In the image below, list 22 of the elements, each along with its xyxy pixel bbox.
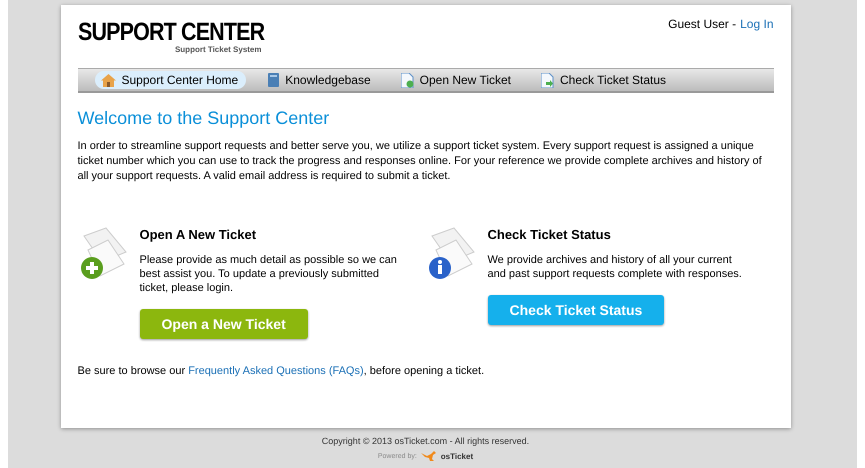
brand-name: osTicket xyxy=(440,452,474,460)
logo-subtitle: Support Ticket System xyxy=(174,45,262,54)
nav-link[interactable]: Support Center Home xyxy=(94,71,246,89)
document-add-icon xyxy=(400,72,414,88)
user-label: Guest User - xyxy=(668,17,736,31)
faq-note: Be sure to browse our Frequently Asked Questions (FAQs), before opening a ticket. xyxy=(78,365,486,377)
house-icon xyxy=(100,74,116,86)
section-text: We provide archives and history of all your current and past support requests complete with responses. xyxy=(488,253,743,281)
section-text: Please provide as much detail as possible so we can best assist you. To update a previously submitted ticket, please login. xyxy=(140,253,398,295)
nav-link[interactable]: Check Ticket Status xyxy=(535,70,674,90)
section-title: Check Ticket Status xyxy=(488,227,612,242)
intro-paragraph: In order to streamline support requests and better serve you, we utilize a support ticket system. Every support request is assigned a unique ticket number which you can use to track the progress and responses online. For your reference we provide complete archives and history of all your support requests. A valid email address is required to submit a ticket. xyxy=(78,139,763,184)
faq-link[interactable]: Frequently Asked Questions (FAQs) xyxy=(188,365,364,377)
logo-title: SUPPORT CENTER xyxy=(78,20,264,44)
nav-link[interactable]: Knowledgebase xyxy=(262,71,379,89)
section-title: Open A New Ticket xyxy=(140,227,258,242)
login-link[interactable]: Log In xyxy=(740,17,774,31)
page-title: Welcome to the Support Center xyxy=(78,108,330,129)
document-arrow-icon xyxy=(541,72,554,88)
book-icon xyxy=(268,73,280,87)
copyright-text: Copyright © 2013 osTicket.com - All rights reserved. xyxy=(322,436,530,446)
nav-link[interactable]: Open New Ticket xyxy=(394,70,520,90)
